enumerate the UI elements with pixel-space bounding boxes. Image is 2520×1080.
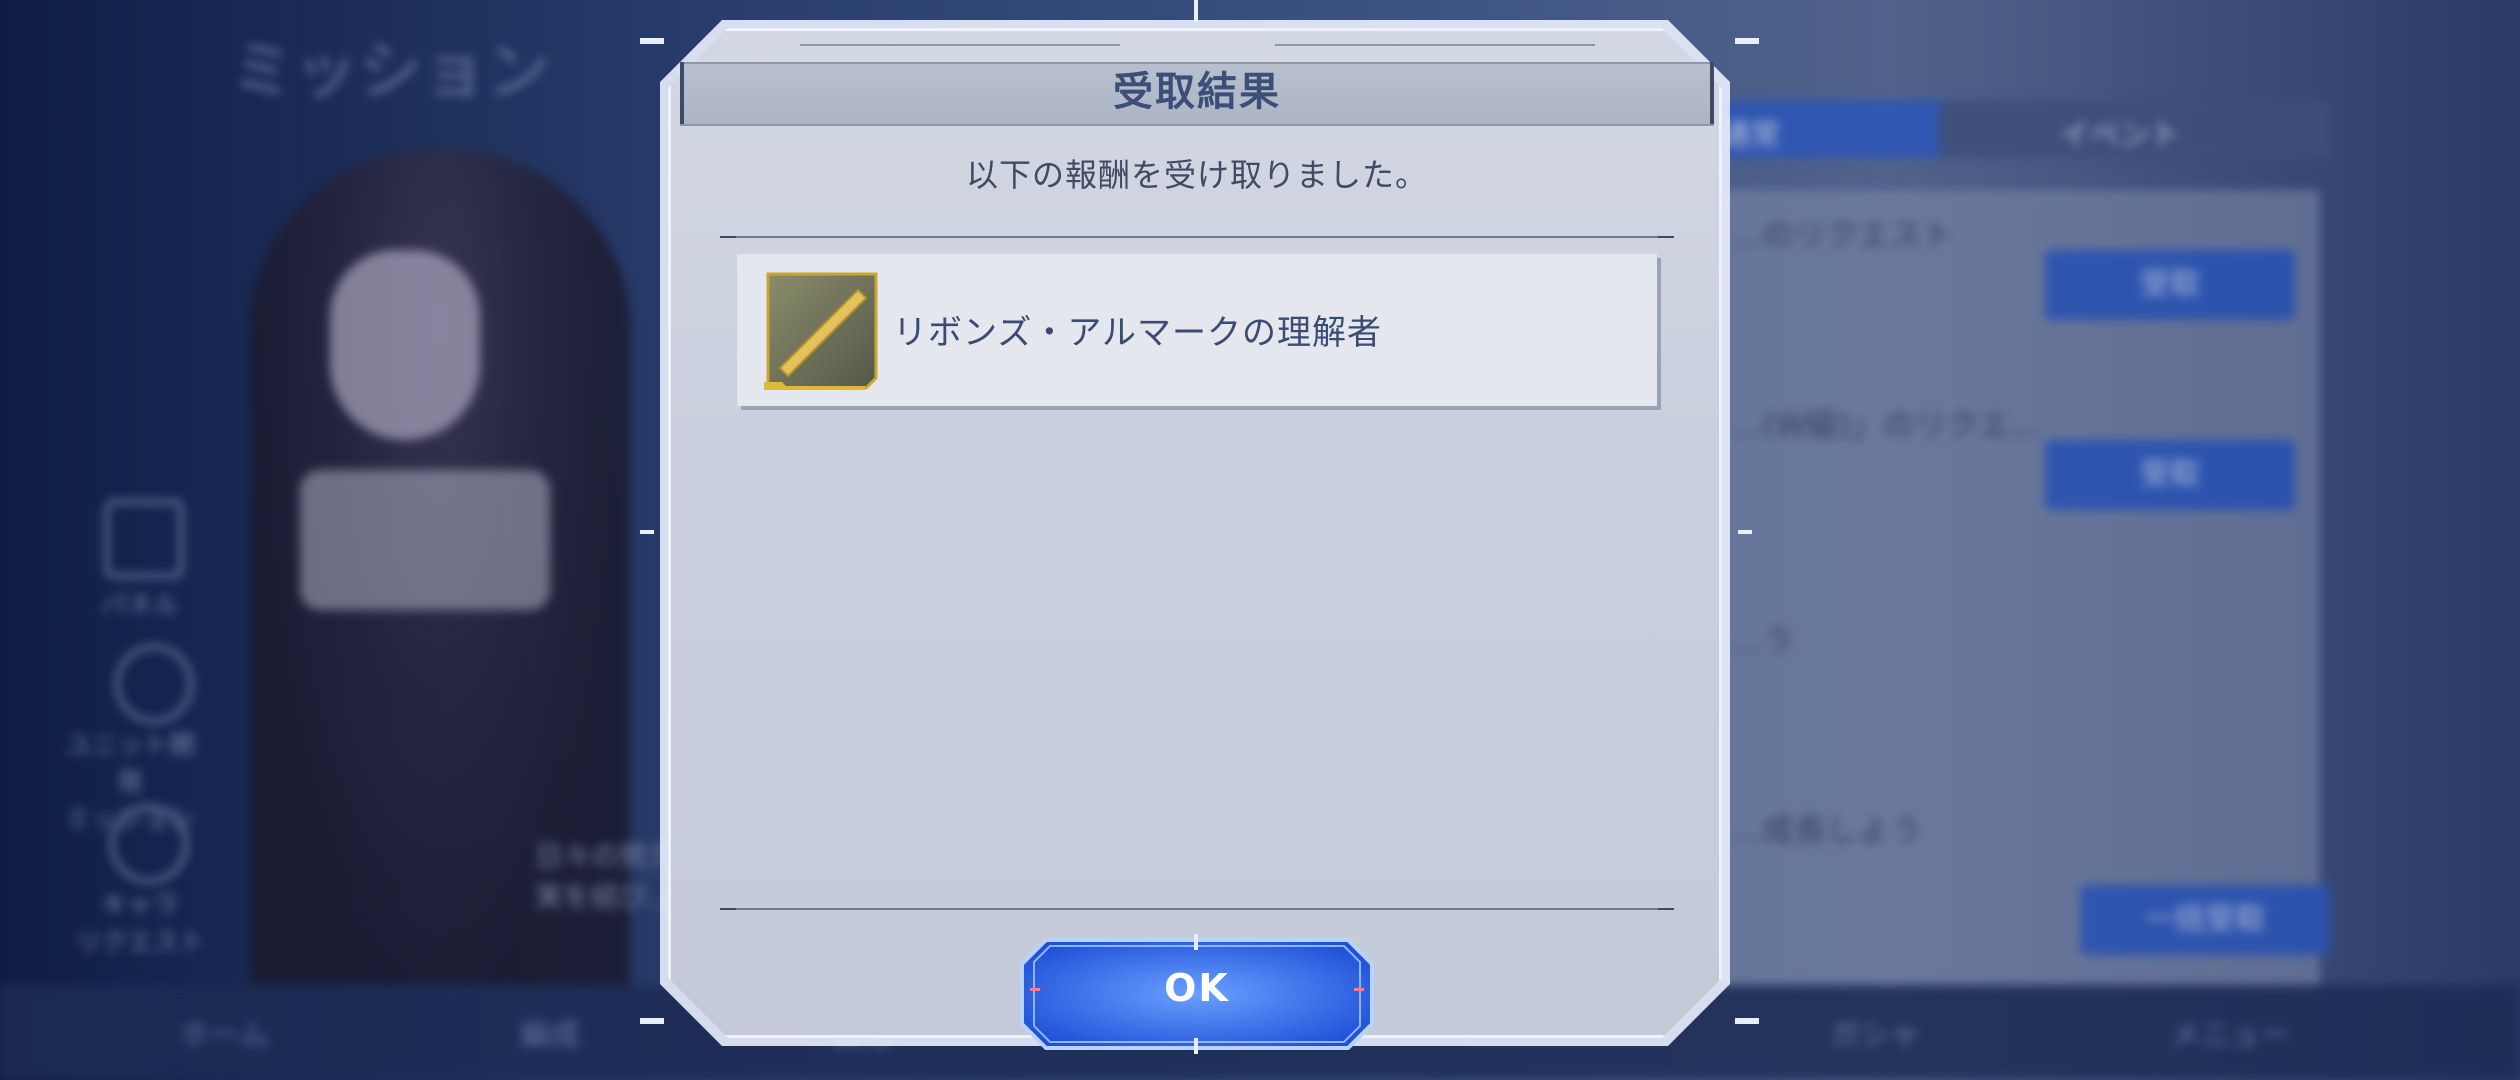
character-face [330, 250, 480, 440]
character-icon[interactable] [110, 805, 188, 883]
mission-row-text: …(W級)」のリクエ… [1730, 406, 2043, 444]
ok-button[interactable] [1016, 934, 1378, 1054]
bottom-nav-formation[interactable]: 編成 [520, 1010, 580, 1054]
title-plate-icon [762, 270, 882, 390]
character-collar [300, 470, 550, 610]
corner-mark [640, 38, 664, 44]
content-divider-top [720, 236, 1674, 238]
divider-tick [1658, 908, 1674, 910]
mission-claim-button[interactable]: 受取 [2045, 440, 2295, 510]
corner-mark [640, 1018, 664, 1024]
sidebar-item-character-request[interactable]: キャラ リクエスト [70, 885, 210, 959]
divider-tick [720, 908, 736, 910]
reward-name: リボンズ・アルマークの理解者 [893, 313, 1382, 353]
mission-row-text: …のリクエスト [1730, 216, 1955, 254]
panel-icon[interactable] [105, 500, 183, 578]
bottom-nav-home[interactable]: ホーム [180, 1010, 269, 1054]
dialog-title: 受取結果 [1113, 69, 1281, 115]
sidebar-item-panel[interactable]: パネル [70, 585, 210, 622]
claim-all-button[interactable]: 一括受取 [2080, 885, 2330, 955]
top-center-mark [1194, 0, 1198, 22]
right-center-mark [1738, 530, 1752, 534]
mission-row-text: …う [1730, 621, 1795, 659]
top-deco-line [800, 44, 1120, 46]
left-center-mark [640, 530, 654, 534]
bottom-nav-menu[interactable]: メニュー [2170, 1010, 2290, 1054]
divider-tick [720, 236, 736, 238]
corner-mark [1735, 38, 1759, 44]
content-divider-bottom [720, 908, 1674, 910]
bottom-nav-gacha[interactable]: ガシャ [1830, 1010, 1920, 1054]
unit-icon[interactable] [115, 645, 193, 723]
mission-row-text: …成長しよう [1730, 811, 1923, 849]
top-deco-line [1275, 44, 1595, 46]
background-screen-title: ミッション [230, 35, 550, 109]
divider-tick [1658, 236, 1674, 238]
dialog-message: 以下の報酬を受け取りました。 [965, 156, 1428, 194]
tab-event-label: イベント [2060, 118, 2180, 153]
mission-claim-button[interactable]: 受取 [2045, 250, 2295, 320]
background-mid-text-2: 実を結び… [535, 880, 676, 913]
corner-mark [1735, 1018, 1759, 1024]
